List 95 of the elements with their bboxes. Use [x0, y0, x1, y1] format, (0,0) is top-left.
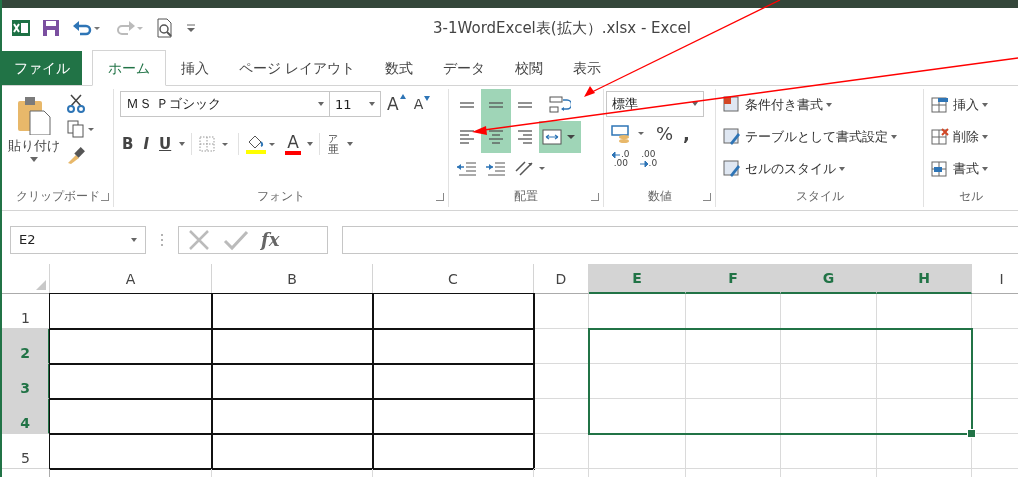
percent-button[interactable]: %	[654, 123, 676, 144]
ribbon-tab[interactable]: 表示	[558, 51, 617, 85]
format-painter-icon[interactable]	[66, 145, 86, 165]
name-box[interactable]: E2	[10, 225, 146, 254]
center-align-button[interactable]	[481, 121, 511, 153]
column-header[interactable]: B	[212, 264, 373, 294]
table-style-icon	[722, 159, 742, 179]
row-header[interactable]: 4	[2, 399, 50, 434]
ribbon-tab[interactable]: ホーム	[92, 50, 166, 86]
caret-icon	[30, 157, 38, 162]
cells-menu-button[interactable]: 書式	[930, 155, 1012, 183]
column-header[interactable]: E	[589, 264, 686, 294]
align-lines-icon	[518, 102, 532, 108]
left-arrow-icon	[612, 151, 620, 158]
cancel-icon[interactable]	[187, 228, 211, 251]
cell-grid-icon	[930, 159, 950, 179]
dialog-launcher-icon[interactable]	[703, 193, 711, 201]
cell-grid-icon	[930, 127, 950, 147]
cut-icon[interactable]	[66, 93, 86, 113]
align-lines-icon	[518, 130, 532, 144]
comma-button[interactable]: ,	[681, 123, 692, 144]
styles-menu-button[interactable]: セルのスタイル	[722, 155, 917, 183]
fill-handle[interactable]	[967, 429, 976, 438]
column-header[interactable]: A	[50, 264, 212, 294]
row-header[interactable]: 2	[2, 329, 50, 364]
column-header[interactable]: F	[686, 264, 781, 294]
paste-button[interactable]: 貼り付け	[8, 91, 60, 183]
insert-function-button[interactable]: fx	[261, 229, 280, 250]
right-arrow-icon	[639, 160, 648, 167]
styles-menu-button[interactable]: テーブルとして書式設定	[722, 123, 917, 151]
slanted-text-icon	[513, 159, 547, 177]
table-style-icon	[722, 95, 742, 115]
cells-menu-button[interactable]: 削除	[930, 123, 1012, 151]
ribbon-tab[interactable]: ページ レイアウト	[224, 51, 371, 85]
font-name-field[interactable]: ＭＳ Ｐゴシック	[120, 91, 330, 117]
grip-icon	[160, 232, 164, 247]
align-lines-icon	[460, 102, 474, 108]
align-lines-icon	[460, 130, 474, 144]
group-label: スタイル	[795, 187, 844, 205]
customize-menu-icon[interactable]	[186, 22, 196, 34]
copy-icon[interactable]	[66, 119, 96, 139]
save-icon[interactable]	[42, 19, 60, 37]
redo-icon[interactable]	[114, 19, 144, 37]
ribbon-tab[interactable]: ファイル	[2, 51, 82, 85]
grow-font-button[interactable]: A	[385, 94, 408, 114]
phonetic-button[interactable]: ア 亜	[325, 133, 341, 155]
ribbon-tab[interactable]: 数式	[370, 51, 429, 85]
ribbon-tab[interactable]: データ	[428, 51, 501, 85]
group-label: 配置	[514, 187, 538, 205]
group-label: クリップボード	[15, 187, 100, 205]
group-label: セル	[959, 187, 983, 205]
selection-outline[interactable]	[588, 328, 973, 435]
decrease-decimal-button[interactable]: .00 .0	[637, 150, 660, 168]
font-size-field[interactable]: 11	[329, 91, 381, 117]
ribbon-tab[interactable]: 挿入	[166, 51, 224, 85]
row-header[interactable]: 5	[2, 434, 50, 469]
cells-menu-button[interactable]: 挿入	[930, 91, 1012, 119]
undo-icon[interactable]	[72, 19, 102, 37]
grid-cell	[534, 294, 589, 329]
dialog-launcher-icon[interactable]	[436, 193, 444, 201]
column-header[interactable]: I	[972, 264, 1018, 294]
font-color-button[interactable]: A	[285, 133, 301, 155]
column-header[interactable]: H	[877, 264, 972, 294]
indent-arrow-icon	[456, 159, 478, 177]
clipboard-icon	[16, 95, 52, 135]
group-label: フォント	[257, 187, 305, 205]
align-lines-icon	[489, 130, 503, 144]
underline-button[interactable]: U	[157, 135, 174, 153]
ribbon-tab[interactable]: 校閲	[500, 51, 559, 85]
dialog-launcher-icon[interactable]	[101, 193, 109, 201]
shrink-font-button[interactable]: A	[411, 96, 433, 112]
enter-check-icon[interactable]	[223, 228, 249, 251]
column-header[interactable]: C	[373, 264, 534, 294]
italic-button[interactable]: I	[141, 135, 152, 153]
dialog-launcher-icon[interactable]	[591, 193, 599, 201]
formula-input[interactable]	[342, 225, 1018, 254]
increase-decimal-button[interactable]: .0 .00	[610, 150, 632, 168]
window-title: 3-1WordExcel表(拡大）.xlsx - Excel	[433, 18, 691, 38]
number-format-field[interactable]: 標準	[606, 91, 704, 117]
align-lines-icon	[489, 102, 503, 108]
middle-align-button[interactable]	[481, 89, 511, 121]
excel-logo-icon[interactable]	[12, 19, 30, 37]
merge-align-button[interactable]	[539, 121, 581, 153]
row-header[interactable]: 3	[2, 364, 50, 399]
cell-grid-icon	[930, 95, 950, 115]
down-triangle-icon	[424, 96, 431, 101]
bold-button[interactable]: B	[120, 135, 136, 153]
group-label: 数値	[647, 187, 672, 205]
print-preview-icon[interactable]	[156, 18, 174, 38]
table-style-icon	[722, 127, 742, 147]
column-header[interactable]: G	[781, 264, 877, 294]
indent-arrow-icon	[485, 159, 507, 177]
up-triangle-icon	[399, 94, 406, 99]
wrap-text-icon	[549, 96, 571, 114]
styles-menu-button[interactable]: 条件付き書式	[722, 91, 917, 119]
